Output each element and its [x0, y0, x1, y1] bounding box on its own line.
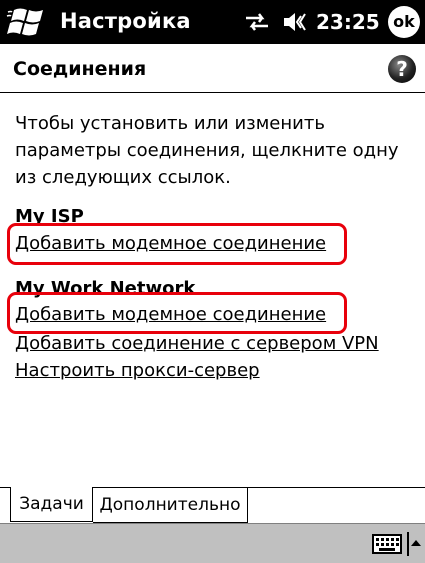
- add-modem-connection-isp-link[interactable]: Добавить модемное соединение: [15, 233, 326, 254]
- windows-flag-icon[interactable]: [6, 6, 52, 38]
- keyboard-icon[interactable]: [372, 534, 402, 554]
- page-title: Соединения: [13, 58, 147, 80]
- instructions-text: Чтобы установить или изменить параметры …: [15, 113, 399, 188]
- tab-strip: Задачи Дополнительно: [0, 487, 425, 523]
- pocketpc-screen: Настройка 23:25 ok Соединения ? Чтобы ус…: [0, 0, 425, 563]
- clock[interactable]: 23:25: [316, 10, 380, 34]
- help-icon[interactable]: ?: [388, 55, 416, 83]
- ok-button[interactable]: ok: [388, 6, 420, 38]
- menu-bar: [0, 523, 425, 563]
- title-bar: Настройка 23:25 ok: [0, 0, 425, 44]
- add-vpn-connection-link[interactable]: Добавить соединение с сервером VPN: [15, 333, 379, 354]
- connectivity-arrows-icon[interactable]: [244, 11, 270, 33]
- arrow-up-icon[interactable]: [407, 532, 421, 556]
- configure-proxy-link[interactable]: Настроить прокси-сервер: [15, 360, 260, 381]
- speaker-icon[interactable]: [279, 10, 309, 34]
- page-header: Соединения ?: [0, 44, 425, 93]
- tab-tasks[interactable]: Задачи: [10, 487, 93, 522]
- tab-advanced[interactable]: Дополнительно: [93, 487, 248, 523]
- add-modem-connection-work-link[interactable]: Добавить модемное соединение: [15, 304, 326, 325]
- app-title: Настройка: [60, 9, 191, 33]
